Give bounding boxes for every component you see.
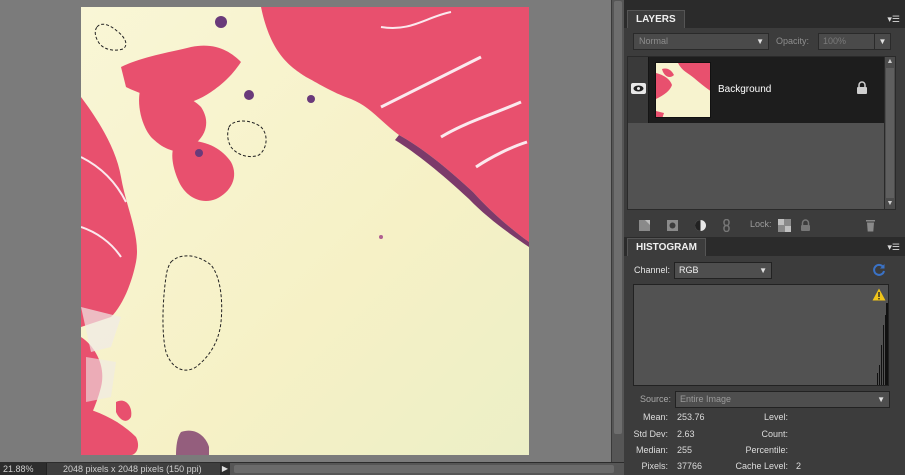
opacity-label: Opacity: [776, 36, 810, 46]
blend-mode-select[interactable]: Normal ▼ [633, 33, 769, 50]
layer-row-background[interactable]: Background [628, 57, 885, 123]
stat-stddev-label: Std Dev: [633, 429, 668, 439]
new-layer-icon[interactable] [638, 219, 651, 232]
eye-icon[interactable] [631, 83, 646, 94]
layers-panel-menu-icon[interactable]: ▾☰ [887, 14, 900, 24]
trash-icon[interactable] [864, 219, 877, 232]
histogram-bars [877, 303, 888, 385]
layers-list: Background [627, 56, 886, 210]
warning-icon[interactable] [872, 288, 886, 301]
adjustment-layer-icon[interactable] [694, 219, 707, 232]
tab-histogram[interactable]: HISTOGRAM [627, 238, 706, 256]
scrollbar-thumb[interactable] [886, 68, 894, 198]
stat-pixels-value: 37766 [677, 461, 703, 471]
document-size-info: 2048 pixels x 2048 pixels (150 ppi) [63, 464, 202, 474]
lock-all-icon[interactable] [799, 219, 812, 232]
scrollbar-thumb[interactable] [614, 1, 622, 434]
stat-cache-level-value: 2 [796, 461, 802, 471]
stat-cache-level-label: Cache Level: [735, 461, 788, 471]
scroll-up-icon[interactable]: ▲ [885, 57, 895, 67]
canvas-horizontal-scrollbar[interactable] [230, 463, 624, 475]
stat-median-label: Median: [635, 445, 668, 455]
channel-select[interactable]: RGB ▼ [674, 262, 772, 279]
status-menu-arrow-icon[interactable]: ▶ [220, 463, 230, 475]
stat-count-label: Count: [761, 429, 788, 439]
refresh-histogram-icon[interactable] [871, 262, 887, 278]
link-layers-icon[interactable] [720, 218, 733, 233]
stat-mean-value: 253.76 [677, 412, 705, 422]
blend-mode-value: Normal [639, 36, 669, 46]
stat-pixels-label: Pixels: [641, 461, 668, 471]
lock-transparency-icon[interactable] [778, 219, 791, 232]
lock-icon [856, 81, 868, 95]
chevron-down-icon: ▼ [756, 37, 764, 46]
chevron-down-icon: ▼ [759, 266, 767, 275]
histology-image [81, 7, 529, 455]
lock-label: Lock: [750, 219, 772, 229]
panel-bin: LAYERS ▾☰ Normal ▼ Opacity: 100% ▼ Backg… [624, 0, 905, 475]
source-value: Entire Image [680, 394, 732, 404]
layer-thumbnail [655, 62, 711, 118]
zoom-level-field[interactable]: 21.88% [0, 462, 47, 475]
stat-percentile-label: Percentile: [745, 445, 788, 455]
scrollbar-thumb[interactable] [234, 465, 614, 473]
opacity-value: 100% [823, 36, 847, 46]
layer-mask-icon[interactable] [666, 219, 679, 232]
stat-mean-label: Mean: [642, 412, 668, 422]
tab-layers[interactable]: LAYERS [627, 10, 685, 28]
stat-stddev-value: 2.63 [677, 429, 695, 439]
histogram-graph [633, 284, 889, 386]
channel-label: Channel: [634, 265, 671, 275]
layer-name: Background [718, 84, 772, 95]
chevron-down-icon: ▼ [877, 395, 885, 404]
panel-bin-header [624, 0, 905, 10]
chevron-down-icon[interactable]: ▼ [874, 34, 890, 49]
source-select[interactable]: Entire Image ▼ [675, 391, 890, 408]
visibility-cell[interactable] [628, 57, 649, 123]
histogram-panel-menu-icon[interactable]: ▾☰ [887, 242, 900, 252]
document-canvas-area[interactable] [0, 0, 611, 462]
canvas-vertical-scrollbar[interactable] [611, 0, 624, 462]
stat-median-value: 255 [677, 445, 693, 455]
status-bar: 21.88% 2048 pixels x 2048 pixels (150 pp… [0, 462, 624, 475]
layers-scrollbar[interactable]: ▲ ▼ [884, 56, 896, 210]
opacity-field[interactable]: 100% ▼ [818, 33, 891, 50]
stat-level-label: Level: [763, 412, 788, 422]
source-label: Source: [640, 394, 672, 404]
document-image[interactable] [81, 7, 529, 455]
channel-value: RGB [679, 265, 699, 275]
scroll-down-icon[interactable]: ▼ [885, 199, 895, 209]
